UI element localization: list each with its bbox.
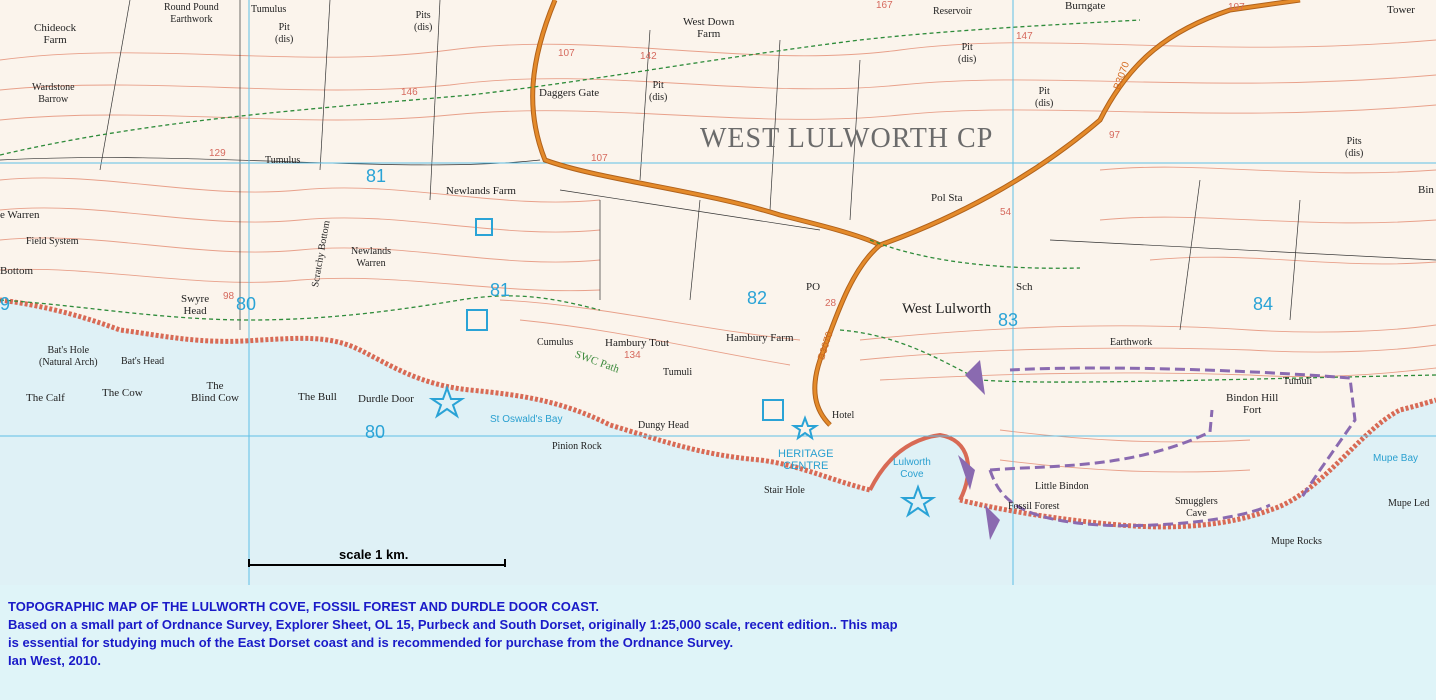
parish-label: WEST LULWORTH CP (700, 123, 994, 154)
spot-height: 98 (223, 291, 235, 302)
parking-symbols (466, 218, 784, 421)
place-label: e Warren (0, 209, 40, 221)
map-graphics (0, 0, 1436, 585)
spot-height: 97 (1109, 130, 1121, 141)
spot-height: 107 (558, 48, 575, 59)
spot-height: 107 (1228, 2, 1245, 13)
grid-number: 81 (366, 166, 387, 186)
place-label: Lulworth Cove (893, 457, 931, 480)
spot-height: 167 (876, 0, 893, 11)
grid-number: 80 (236, 294, 257, 314)
place-label: Mupe Led (1388, 498, 1430, 509)
grid-number: 83 (998, 310, 1019, 330)
place-label: Tumulus (251, 4, 287, 15)
grid-number: 80 (365, 422, 386, 442)
place-label: Pit (dis) (1035, 86, 1054, 109)
place-label: Hambury Farm (726, 332, 794, 344)
place-label: The Calf (26, 392, 65, 404)
place-label: Mupe Bay (1373, 453, 1419, 464)
place-label: West Down Farm (683, 16, 735, 40)
place-label: Smugglers Cave (1175, 496, 1218, 519)
spot-height: 147 (1016, 31, 1033, 42)
place-label: Stair Hole (764, 485, 805, 496)
place-label: Newlands Farm (446, 185, 516, 197)
scale-label: scale 1 km. (339, 547, 409, 562)
place-label: Field System (26, 236, 79, 247)
place-label: Burngate (1065, 0, 1106, 12)
place-label: Durdle Door (358, 393, 414, 405)
caption-line: Based on a small part of Ordnance Survey… (8, 617, 898, 632)
place-label: West Lulworth (902, 301, 992, 317)
place-label: Bindon Hill Fort (1226, 392, 1279, 416)
place-label: Tumuli (663, 367, 693, 378)
spot-height: 142 (640, 51, 657, 62)
field-boundaries (0, 0, 1436, 331)
place-label: Swyre Head (181, 293, 210, 317)
place-label: Newlands Warren (351, 246, 391, 269)
place-label: Mupe Rocks (1271, 536, 1322, 547)
place-label: Bat's Hole (Natural Arch) (39, 345, 98, 368)
place-label: Chideock Farm (34, 22, 77, 46)
place-label: Pits (dis) (1345, 136, 1364, 159)
place-label: Daggers Gate (539, 87, 600, 99)
caption-title: TOPOGRAPHIC MAP OF THE LULWORTH COVE, FO… (8, 599, 600, 614)
spot-height: 28 (825, 298, 837, 309)
place-label: Bin (1418, 184, 1434, 196)
place-label: Hotel (832, 410, 855, 421)
caption-line: is essential for studying much of the Ea… (8, 635, 734, 650)
place-label: Pit (dis) (958, 42, 977, 65)
spot-height: 107 (591, 153, 608, 164)
place-label: Bat's Head (121, 356, 165, 367)
place-label: Hambury Tout (605, 337, 670, 349)
spot-height: 146 (401, 87, 418, 98)
place-label: PO (806, 281, 821, 293)
place-label: Wardstone Barrow (32, 82, 75, 105)
place-label: Little Bindon (1035, 481, 1089, 492)
place-label: Dungy Head (638, 420, 689, 431)
place-label: The Bull (298, 391, 337, 403)
spot-height: 129 (209, 148, 226, 159)
grid-number: 82 (747, 288, 768, 308)
place-label: Reservoir (933, 6, 972, 17)
place-label: St Oswald's Bay (490, 414, 563, 425)
place-label: Pol Sta (931, 192, 963, 204)
place-label: HERITAGE CENTRE (778, 448, 834, 472)
place-label: Pit (dis) (649, 80, 668, 103)
place-label: Tumuli (1283, 376, 1313, 387)
place-label: Earthwork (1110, 337, 1153, 348)
caption: TOPOGRAPHIC MAP OF THE LULWORTH COVE, FO… (8, 598, 1008, 670)
place-label: The Blind Cow (191, 380, 239, 404)
place-label: Fossil Forest (1008, 501, 1060, 512)
place-label: Cumulus (537, 337, 574, 348)
grid-number: 84 (1253, 294, 1274, 314)
place-label: Pinion Rock (552, 441, 602, 452)
place-label: Sch (1016, 281, 1033, 293)
spot-height: 54 (1000, 207, 1012, 218)
place-label: Round Pound Earthwork (164, 2, 219, 25)
place-label: Tower (1387, 4, 1415, 16)
place-label: Pits (dis) (414, 10, 433, 33)
place-label: The Cow (102, 387, 143, 399)
spot-height: 134 (624, 350, 641, 361)
grid-number: 81 (490, 280, 511, 300)
place-label: Tumulus (265, 155, 301, 166)
place-label: Pit (dis) (275, 22, 294, 45)
grid-number: 9 (0, 294, 11, 314)
place-label: Bottom (0, 265, 34, 277)
topographic-map: WEST LULWORTH CP 81 81 80 80 82 83 84 9 … (0, 0, 1436, 585)
caption-author: Ian West, 2010. (8, 653, 101, 668)
